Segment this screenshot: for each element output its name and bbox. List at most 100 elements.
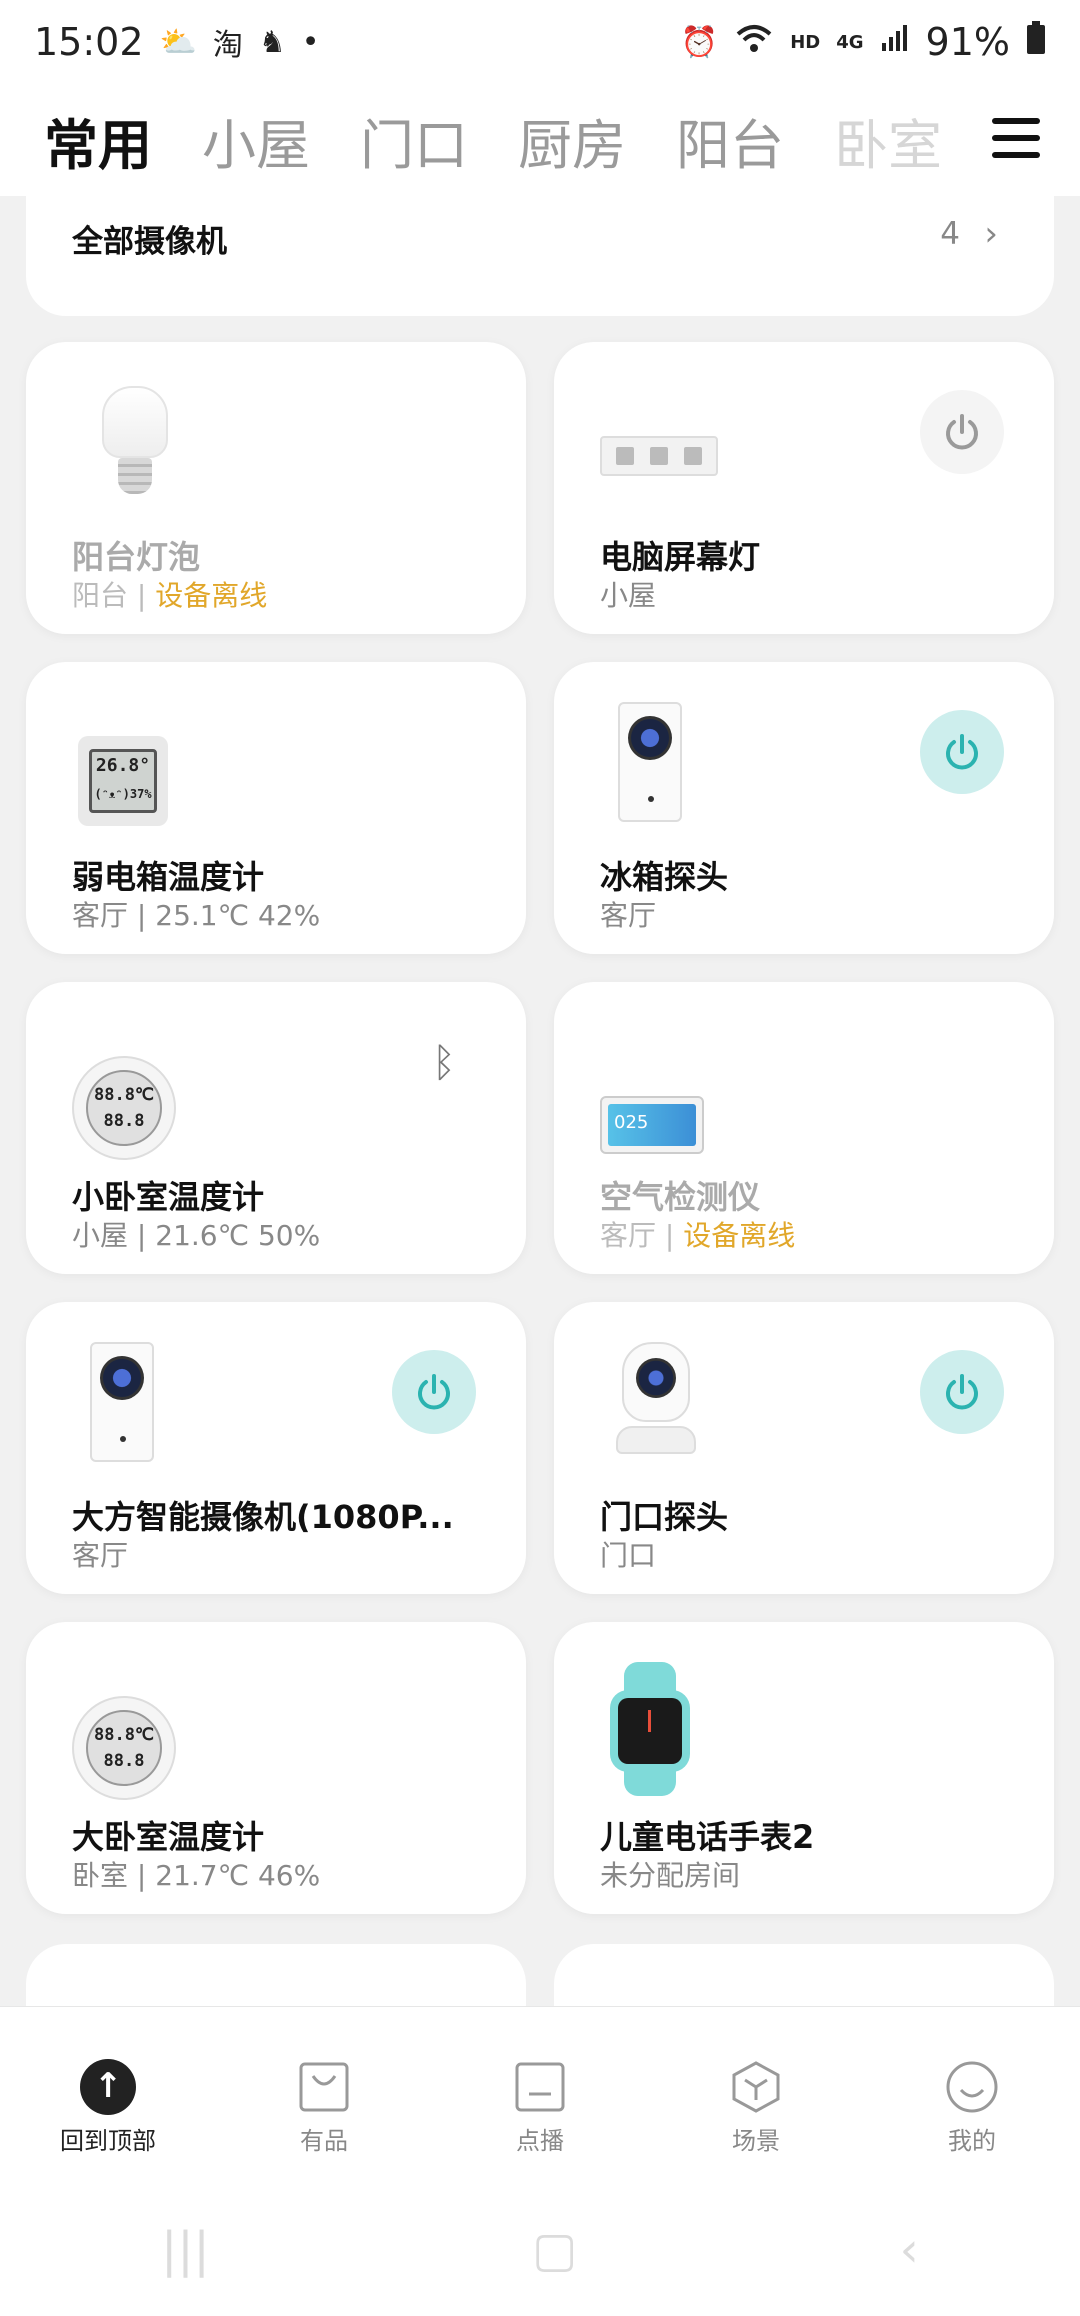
all-cameras-title: 全部摄像机	[72, 224, 227, 260]
device-name: 阳台灯泡	[72, 538, 201, 576]
device-room: 客厅	[600, 1219, 657, 1252]
power-toggle-icon[interactable]	[920, 390, 1004, 474]
room-tabs: 常用 小屋 门口 厨房 阳台 卧室	[0, 84, 1080, 196]
nav-mine[interactable]: 我的	[882, 2059, 1062, 2156]
nav-on-demand[interactable]: 点播	[450, 2059, 630, 2156]
device-subtitle: 客厅	[600, 894, 656, 934]
wifi-icon	[734, 22, 774, 62]
device-room: 阳台	[72, 579, 129, 612]
device-separator: |	[128, 579, 156, 612]
signal-icon	[880, 23, 910, 61]
tab-common[interactable]: 常用	[44, 101, 152, 180]
notification-dot: •	[301, 24, 320, 60]
device-name: 门口探头	[600, 1498, 729, 1536]
device-subtitle: 卧室 | 21.7℃ 46%	[72, 1854, 320, 1894]
device-card[interactable]: 冰箱探头 客厅	[554, 662, 1054, 954]
recent-apps-icon[interactable]: |||	[161, 2222, 210, 2278]
screen-light-icon	[600, 382, 718, 502]
camera-icon	[600, 1342, 710, 1462]
nav-label: 回到顶部	[60, 2127, 156, 2155]
device-room: 小屋	[600, 579, 657, 612]
device-room: 门口	[600, 1539, 657, 1572]
device-card[interactable]: 025 空气检测仪 客厅 | 设备离线	[554, 982, 1054, 1274]
tab-bedroom[interactable]: 卧室	[834, 101, 942, 180]
menu-icon[interactable]	[992, 118, 1040, 158]
alarm-icon: ⏰	[680, 24, 719, 60]
air-monitor-icon: 025	[600, 1022, 710, 1154]
all-cameras-count: 4	[940, 216, 960, 252]
device-subtitle: 阳台 | 设备离线	[72, 574, 267, 614]
tab-kitchen[interactable]: 厨房	[518, 101, 626, 180]
device-subtitle: 门口	[600, 1534, 656, 1574]
battery-level: 91%	[925, 20, 1010, 64]
air-monitor-screen: 025	[608, 1104, 696, 1146]
nav-scenes[interactable]: 场景	[666, 2059, 846, 2156]
device-card[interactable]: 儿童电话手表2 未分配房间	[554, 1622, 1054, 1914]
device-subtitle: 未分配房间	[600, 1854, 740, 1894]
device-room: 客厅	[72, 899, 129, 932]
taobao-icon: 淘	[212, 28, 243, 63]
network-type: 4G	[836, 31, 864, 53]
device-card[interactable]: 26.8° (ᵔᴥᵔ)37% 弱电箱温度计 客厅 | 25.1℃ 42%	[26, 662, 526, 954]
tab-entrance[interactable]: 门口	[360, 101, 468, 180]
hd-badge: HD	[790, 31, 821, 53]
tab-balcony[interactable]: 阳台	[676, 101, 784, 180]
device-card[interactable]: 88.8℃ 88.8 ᛒ 小卧室温度计 小屋 | 21.6℃ 50%	[26, 982, 526, 1274]
device-name: 冰箱探头	[600, 858, 729, 896]
thermometer-screen-line: 88.8	[103, 1751, 145, 1771]
tab-small-room[interactable]: 小屋	[202, 101, 310, 180]
bulb-icon	[72, 382, 182, 502]
weather-icon: ⛅	[159, 24, 197, 60]
thermometer-icon: 26.8° (ᵔᴥᵔ)37%	[72, 702, 182, 826]
device-separator: |	[128, 1219, 156, 1252]
thermometer-screen-line: 26.8°	[95, 755, 151, 776]
all-cameras-card[interactable]: 全部摄像机 4 ›	[26, 196, 1054, 316]
status-bar-left: 15:02 ⛅ 淘 ♞ •	[34, 20, 319, 64]
device-card[interactable]: 大方智能摄像机(1080P... 客厅	[26, 1302, 526, 1594]
watch-icon	[600, 1662, 710, 1796]
device-card[interactable]: 门口探头 门口	[554, 1302, 1054, 1594]
device-subtitle: 小屋	[600, 574, 656, 614]
device-room: 未分配房间	[600, 1859, 741, 1892]
nav-label: 我的	[948, 2127, 996, 2155]
status-bar: 15:02 ⛅ 淘 ♞ • ⏰ HD 4G 91%	[0, 0, 1080, 84]
thermometer-screen-line: 88.8℃	[93, 1725, 155, 1745]
device-card[interactable]: 电脑屏幕灯 小屋	[554, 342, 1054, 634]
device-name: 大卧室温度计	[72, 1818, 265, 1856]
device-subtitle: 客厅 | 25.1℃ 42%	[72, 894, 320, 934]
device-separator: |	[656, 1219, 684, 1252]
device-name: 电脑屏幕灯	[600, 538, 761, 576]
back-icon[interactable]: ‹	[900, 2222, 919, 2278]
device-separator: |	[128, 899, 156, 932]
nav-youpin[interactable]: 有品	[234, 2059, 414, 2156]
device-status: 25.1℃ 42%	[155, 899, 321, 932]
power-toggle-icon[interactable]	[920, 1350, 1004, 1434]
camera-icon	[600, 702, 710, 822]
device-room: 客厅	[600, 899, 657, 932]
power-toggle-icon[interactable]	[392, 1350, 476, 1434]
nav-back-to-top[interactable]: ↑ 回到顶部	[18, 2059, 198, 2156]
status-bar-right: ⏰ HD 4G 91%	[681, 20, 1046, 64]
power-toggle-icon[interactable]	[920, 710, 1004, 794]
device-card[interactable]: 阳台灯泡 阳台 | 设备离线	[26, 342, 526, 634]
device-status: 设备离线	[683, 1219, 796, 1252]
device-room: 客厅	[72, 1539, 129, 1572]
nav-label: 有品	[300, 2127, 348, 2155]
bluetooth-icon: ᛒ	[432, 1040, 456, 1086]
device-name: 空气检测仪	[600, 1178, 761, 1216]
device-status: 21.7℃ 46%	[155, 1859, 321, 1892]
nav-label: 点播	[516, 2127, 564, 2155]
camera-icon	[72, 1342, 182, 1462]
chevron-right-icon: ›	[984, 214, 998, 254]
status-time: 15:02	[34, 20, 144, 64]
device-subtitle: 客厅	[72, 1534, 128, 1574]
system-nav-bar: ||| ▢ ‹	[0, 2210, 1080, 2290]
home-icon[interactable]: ▢	[532, 2222, 577, 2278]
device-room: 卧室	[72, 1859, 129, 1892]
device-separator: |	[128, 1859, 156, 1892]
device-name: 大方智能摄像机(1080P...	[72, 1498, 454, 1536]
device-room: 小屋	[72, 1219, 129, 1252]
device-card[interactable]: 88.8℃ 88.8 大卧室温度计 卧室 | 21.7℃ 46%	[26, 1622, 526, 1914]
device-subtitle: 小屋 | 21.6℃ 50%	[72, 1214, 320, 1254]
smile-icon	[944, 2059, 1000, 2115]
